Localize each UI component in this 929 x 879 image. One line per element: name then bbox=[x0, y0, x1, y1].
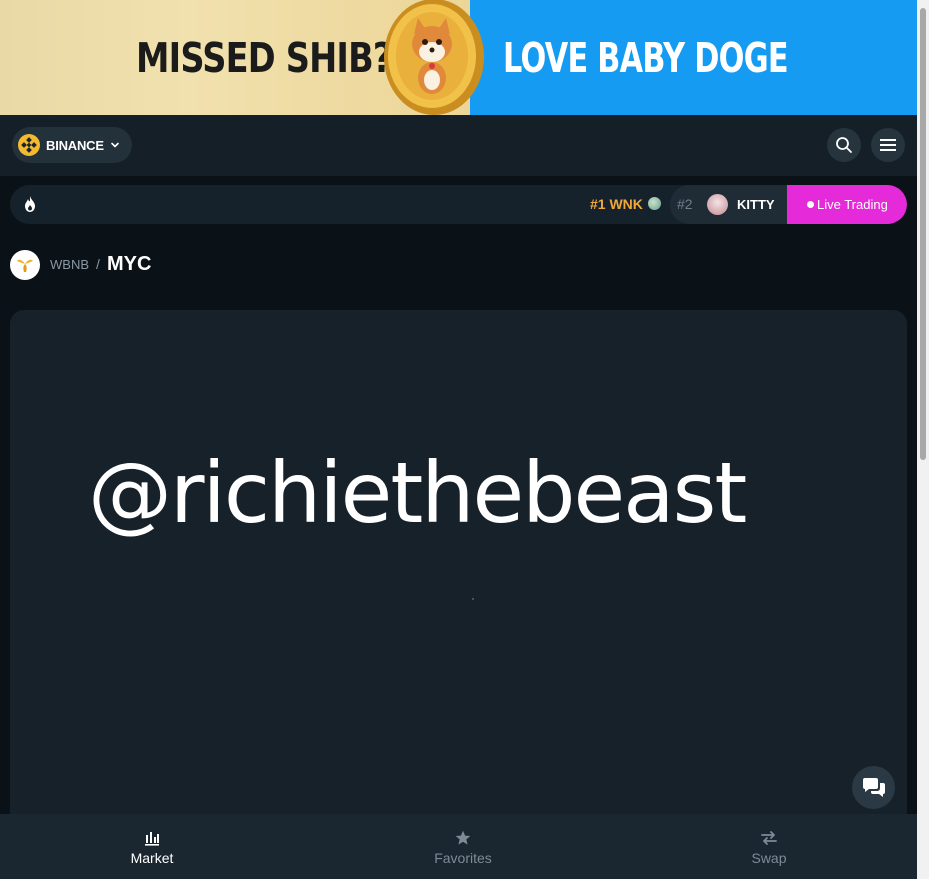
chart-watermark-text: @richiethebeast bbox=[88, 444, 747, 542]
ticker-rank2: #2 bbox=[677, 196, 693, 212]
trending-ticker: #1 WNK #2 KITTY Live Trading bbox=[10, 185, 907, 224]
nav-favorites-label: Favorites bbox=[434, 850, 492, 866]
pair-base-symbol: WBNB bbox=[50, 257, 89, 272]
ticker-symbol-kitty: KITTY bbox=[737, 197, 775, 212]
banner-left-text: MISSED SHIB? bbox=[136, 34, 392, 82]
live-trading-label: Live Trading bbox=[817, 197, 888, 212]
chain-selector-button[interactable]: BINANCE bbox=[12, 127, 132, 163]
baby-doge-coin-icon bbox=[384, 0, 484, 115]
scrollbar-thumb[interactable] bbox=[920, 8, 926, 460]
chain-label: BINANCE bbox=[46, 137, 104, 153]
search-button[interactable] bbox=[827, 128, 861, 162]
chevron-down-icon bbox=[111, 142, 119, 148]
wnk-token-icon bbox=[648, 197, 661, 210]
token-logo-icon bbox=[17, 259, 33, 272]
pair-token-logo bbox=[10, 250, 40, 280]
page-scrollbar[interactable] bbox=[917, 0, 929, 879]
nav-market[interactable]: Market bbox=[92, 814, 212, 879]
banner-right-text: LOVE BABY DOGE bbox=[503, 34, 789, 82]
promo-banner[interactable]: MISSED SHIB? LOVE BABY DOGE bbox=[0, 0, 917, 115]
search-icon bbox=[836, 137, 852, 153]
loading-dot bbox=[472, 598, 474, 600]
chat-bubbles-icon bbox=[862, 777, 885, 797]
nav-market-label: Market bbox=[130, 850, 174, 866]
pair-quote-symbol: MYC bbox=[107, 253, 152, 275]
bottom-nav: Market Favorites Swap bbox=[0, 814, 917, 879]
pair-separator: / bbox=[96, 256, 100, 272]
nav-favorites[interactable]: Favorites bbox=[403, 814, 523, 879]
chat-button[interactable] bbox=[852, 766, 895, 809]
star-icon bbox=[455, 830, 471, 845]
menu-button[interactable] bbox=[871, 128, 905, 162]
swap-arrows-icon bbox=[761, 831, 777, 845]
top-nav: BINANCE bbox=[0, 115, 917, 176]
fire-icon bbox=[25, 196, 35, 212]
ticker-rank1-label: #1 WNK bbox=[590, 196, 643, 212]
hamburger-menu-icon bbox=[880, 139, 896, 151]
bnb-logo-icon bbox=[18, 134, 40, 156]
nav-swap-label: Swap bbox=[751, 850, 787, 866]
live-dot-icon bbox=[807, 201, 814, 208]
chart-panel[interactable] bbox=[10, 310, 907, 830]
bar-chart-icon bbox=[145, 832, 159, 846]
live-trading-button[interactable]: Live Trading bbox=[787, 185, 907, 224]
kitty-token-icon bbox=[707, 194, 728, 215]
nav-swap[interactable]: Swap bbox=[709, 814, 829, 879]
